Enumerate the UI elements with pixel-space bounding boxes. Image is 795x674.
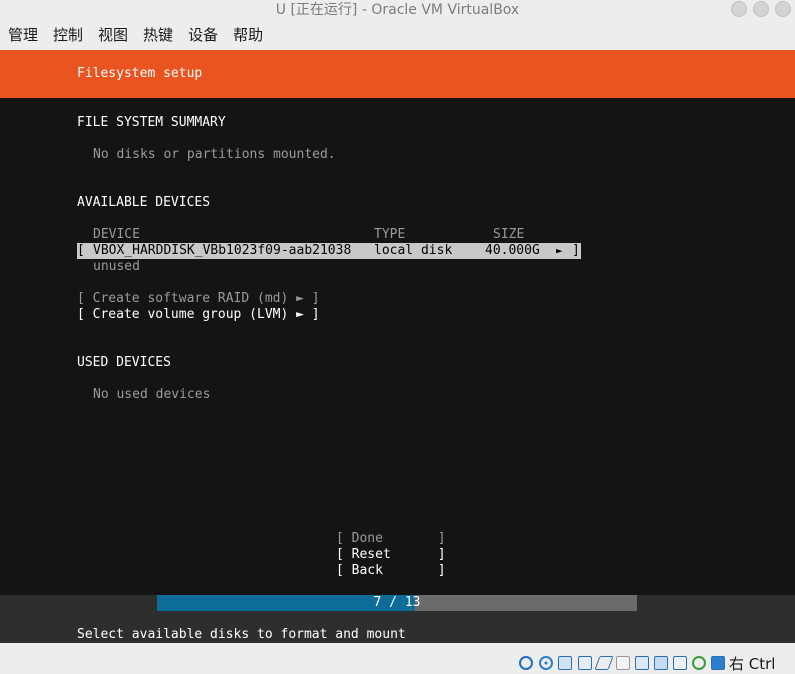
network-icon[interactable] [578,656,592,670]
window-title: U [正在运行] - Oracle VM VirtualBox [275,2,520,18]
available-devices-heading: AVAILABLE DEVICES [77,195,211,210]
device-row-selected[interactable]: [ VBOX_HARDDISK_VBb1023f09-aab21038 loca… [77,243,581,259]
menubar: 管理 控制 视图 热键 设备 帮助 [0,21,795,50]
cpu-icon[interactable] [692,656,706,670]
menu-devices[interactable]: 设备 [180,21,225,50]
menu-hotkeys[interactable]: 热键 [135,21,180,50]
hard-disk-icon[interactable] [519,656,533,670]
display-icon[interactable] [635,656,649,670]
device-row-open-bracket: [ [77,243,85,258]
installer-title: Filesystem setup [77,66,203,81]
done-button[interactable]: [ Done ] [336,531,446,547]
create-lvm-button[interactable]: [ Create volume group (LVM) ► ] [77,307,320,323]
device-size: 40.000G [485,243,540,258]
column-type: TYPE [374,227,406,242]
minimize-button[interactable] [731,1,747,17]
vm-statusbar [0,643,795,674]
vm-screen[interactable]: Filesystem setup FILE SYSTEM SUMMARY No … [0,50,795,643]
device-row-close-bracket: ] [572,243,580,258]
fs-summary-empty: No disks or partitions mounted. [93,147,336,162]
menu-manage[interactable]: 管理 [0,21,45,50]
optical-drive-icon[interactable] [539,656,553,670]
installer-footer: Select available disks to format and mou… [0,611,795,643]
progress-label: 7 / 13 [373,595,421,610]
fs-summary-heading: FILE SYSTEM SUMMARY [77,115,226,130]
column-size: SIZE [493,227,525,242]
audio-icon[interactable] [558,656,572,670]
used-devices-empty: No used devices [93,387,211,402]
vm-state-icon[interactable] [673,656,687,670]
device-status: unused [93,259,140,274]
reset-button[interactable]: [ Reset ] [336,547,446,563]
footer-hint: Select available disks to format and mou… [77,627,406,642]
window-titlebar: U [正在运行] - Oracle VM VirtualBox [0,0,795,21]
menu-help[interactable]: 帮助 [225,21,270,50]
create-raid-button[interactable]: [ Create software RAID (md) ► ] [77,291,320,307]
menu-view[interactable]: 视图 [90,21,135,50]
shared-folder-icon[interactable] [616,656,630,670]
device-arrow-icon: ► [556,244,563,257]
maximize-button[interactable] [753,1,769,17]
usb-icon[interactable] [594,656,614,670]
device-type: local disk [374,243,453,258]
close-button[interactable] [775,1,791,17]
menu-control[interactable]: 控制 [45,21,90,50]
mouse-integration-icon[interactable] [711,656,725,670]
installer-header: Filesystem setup [0,50,795,98]
used-devices-heading: USED DEVICES [77,355,171,370]
host-key-label: 右 Ctrl [729,655,776,673]
video-capture-icon[interactable] [654,656,668,670]
column-device: DEVICE [93,227,140,242]
device-name: VBOX_HARDDISK_VBb1023f09-aab21038 [93,243,352,258]
back-button[interactable]: [ Back ] [336,563,446,579]
